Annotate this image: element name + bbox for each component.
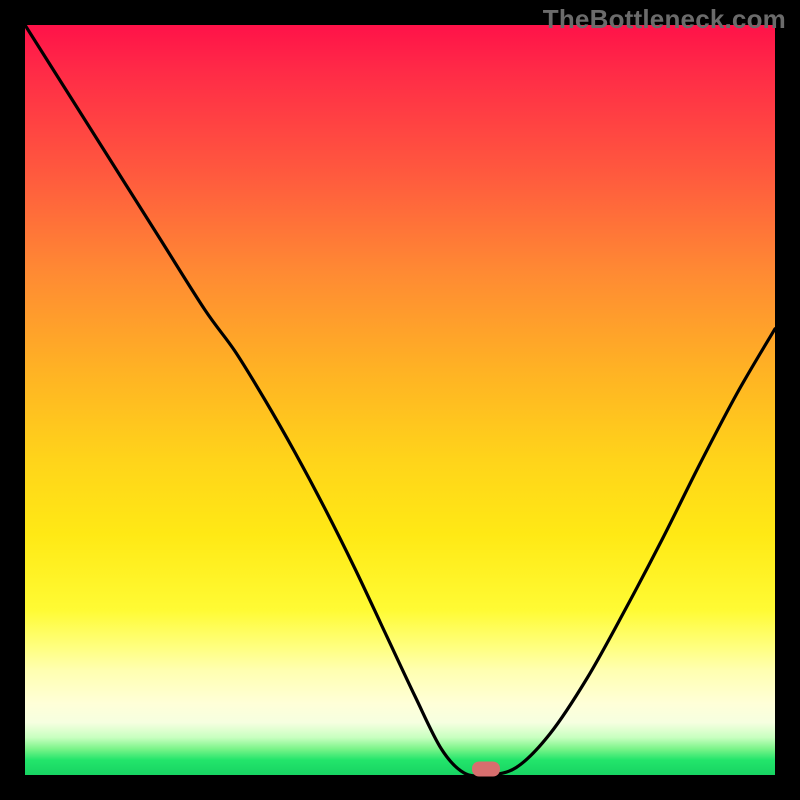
chart-frame: TheBottleneck.com (0, 0, 800, 800)
plot-area (25, 25, 775, 775)
watermark-label: TheBottleneck.com (543, 4, 786, 35)
gradient-background (25, 25, 775, 775)
minimum-marker (472, 762, 500, 777)
